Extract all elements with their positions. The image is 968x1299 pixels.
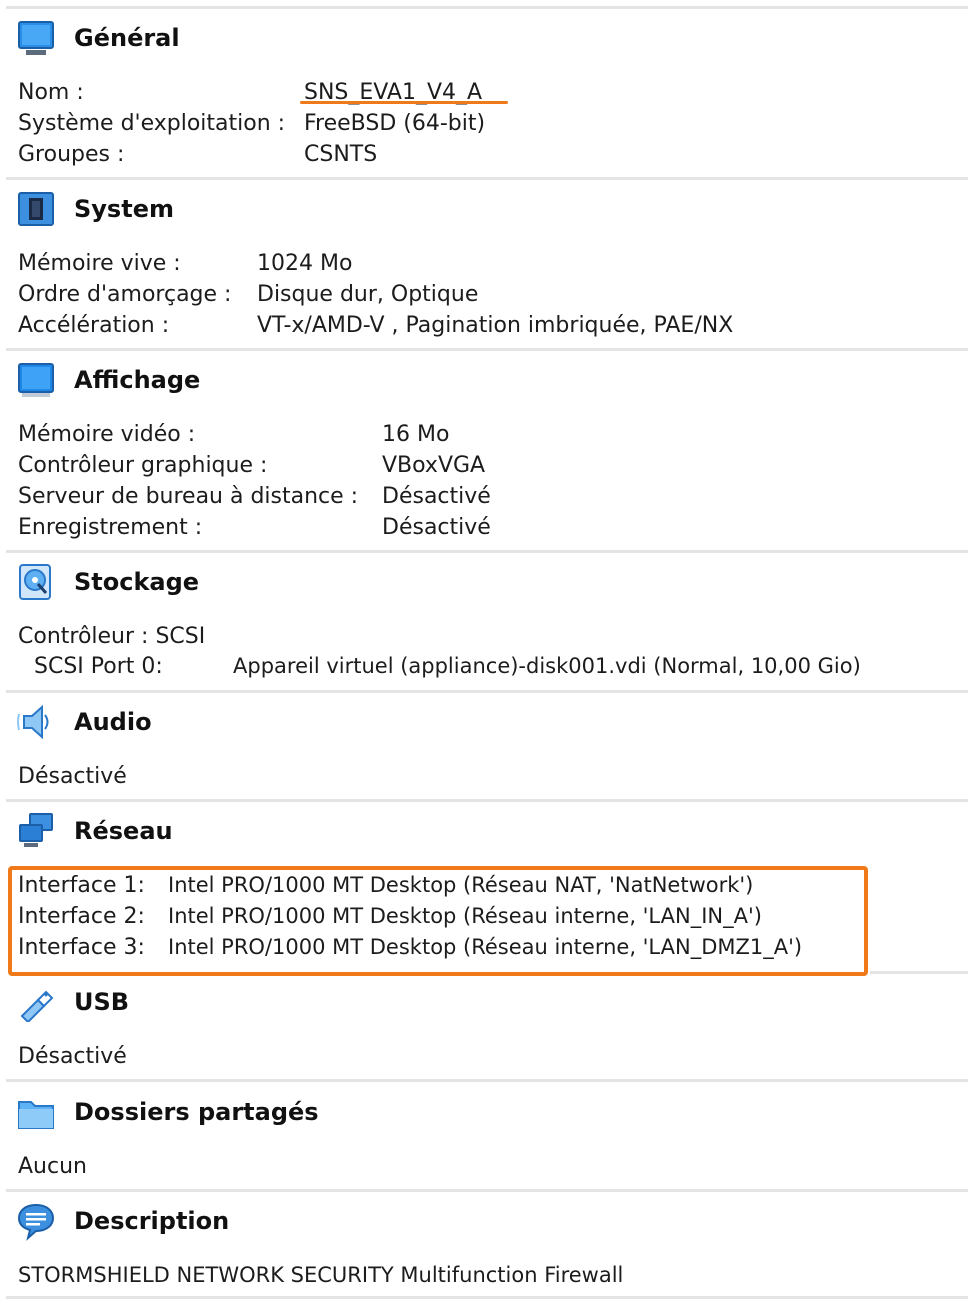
display-recording-row: Enregistrement : Désactivé: [18, 512, 918, 543]
network-interface-row: Interface 2: Intel PRO/1000 MT Desktop (…: [18, 901, 858, 932]
section-general-title: Général: [74, 24, 180, 52]
system-memory-row: Mémoire vive : 1024 Mo: [18, 248, 918, 279]
separator: [6, 1189, 968, 1192]
interface-value: Intel PRO/1000 MT Desktop (Réseau NAT, '…: [168, 873, 754, 897]
shared-folders-value: Aucun: [18, 1154, 87, 1179]
general-os-row: Système d'exploitation : FreeBSD (64-bit…: [18, 108, 918, 139]
section-usb-title: USB: [74, 988, 130, 1016]
section-system-header[interactable]: System: [16, 187, 174, 231]
memory-value: 1024 Mo: [257, 251, 353, 276]
separator: [6, 690, 968, 693]
separator: [6, 550, 968, 553]
boot-order-label: Ordre d'amorçage :: [18, 282, 232, 307]
display-controller-row: Contrôleur graphique : VBoxVGA: [18, 450, 918, 481]
acceleration-label: Accélération :: [18, 313, 170, 338]
folder-icon: [18, 1101, 54, 1129]
audio-value-row: Désactivé: [18, 761, 918, 792]
section-storage-header[interactable]: Stockage: [16, 560, 199, 604]
scsi-port-value: Appareil virtuel (appliance)-disk001.vdi…: [233, 654, 861, 678]
system-accel-row: Accélération : VT-x/AMD-V , Pagination i…: [18, 310, 918, 341]
storage-controller-row: Contrôleur : SCSI: [18, 621, 918, 652]
os-value: FreeBSD (64-bit): [304, 111, 486, 136]
section-display-header[interactable]: Affichage: [16, 358, 200, 402]
groups-label: Groupes :: [18, 142, 125, 167]
remote-desktop-label: Serveur de bureau à distance :: [18, 484, 359, 509]
system-boot-row: Ordre d'amorçage : Disque dur, Optique: [18, 279, 918, 310]
interface-value: Intel PRO/1000 MT Desktop (Réseau intern…: [168, 904, 762, 928]
section-shared-folders-title: Dossiers partagés: [74, 1098, 319, 1126]
remote-desktop-value: Désactivé: [382, 484, 491, 509]
speaker-icon: [17, 704, 49, 740]
os-label: Système d'exploitation :: [18, 111, 286, 136]
display-vram-row: Mémoire vidéo : 16 Mo: [18, 419, 918, 450]
section-audio-header[interactable]: Audio: [16, 700, 152, 744]
display-icon: [18, 363, 54, 397]
memory-label: Mémoire vive :: [18, 251, 181, 276]
scsi-port-label: SCSI Port 0:: [34, 654, 163, 679]
section-usb-header[interactable]: USB: [16, 980, 129, 1024]
disk-icon: [19, 564, 51, 600]
recording-value: Désactivé: [382, 515, 491, 540]
usb-value-row: Désactivé: [18, 1041, 918, 1072]
interface-label: Interface 3:: [18, 935, 145, 960]
acceleration-value: VT-x/AMD-V , Pagination imbriquée, PAE/N…: [257, 313, 734, 338]
description-value-row: STORMSHIELD NETWORK SECURITY Multifuncti…: [18, 1260, 948, 1291]
general-groups-row: Groupes : CSNTS: [18, 139, 918, 170]
section-storage-title: Stockage: [74, 568, 200, 596]
separator: [6, 1079, 968, 1082]
network-interface-row: Interface 3: Intel PRO/1000 MT Desktop (…: [18, 932, 858, 963]
network-interface-row: Interface 1: Intel PRO/1000 MT Desktop (…: [18, 870, 858, 901]
separator: [6, 348, 968, 351]
section-display-title: Affichage: [74, 366, 201, 394]
usb-icon: [20, 990, 54, 1022]
boot-order-value: Disque dur, Optique: [257, 282, 479, 307]
groups-value: CSNTS: [304, 142, 378, 167]
section-description-header[interactable]: Description: [16, 1199, 229, 1243]
video-memory-label: Mémoire vidéo :: [18, 422, 196, 447]
interface-label: Interface 1:: [18, 873, 145, 898]
description-value: STORMSHIELD NETWORK SECURITY Multifuncti…: [18, 1263, 624, 1287]
interface-label: Interface 2:: [18, 904, 145, 929]
chip-icon: [18, 192, 54, 226]
name-label: Nom :: [18, 80, 84, 105]
separator: [6, 799, 968, 802]
section-general-header[interactable]: Général: [16, 16, 180, 60]
audio-value: Désactivé: [18, 764, 127, 789]
separator: [6, 6, 968, 9]
section-shared-folders-header[interactable]: Dossiers partagés: [16, 1090, 319, 1134]
separator: [870, 971, 968, 974]
interface-value: Intel PRO/1000 MT Desktop (Réseau intern…: [168, 935, 803, 959]
storage-controller-label: Contrôleur : SCSI: [18, 624, 206, 649]
shared-folders-value-row: Aucun: [18, 1151, 918, 1182]
usb-value: Désactivé: [18, 1044, 127, 1069]
video-memory-value: 16 Mo: [382, 422, 450, 447]
section-network-title: Réseau: [74, 817, 173, 845]
section-network-header[interactable]: Réseau: [16, 809, 173, 853]
section-system-title: System: [74, 195, 174, 223]
graphics-controller-value: VBoxVGA: [382, 453, 486, 478]
recording-label: Enregistrement :: [18, 515, 203, 540]
section-audio-title: Audio: [74, 708, 152, 736]
display-rdp-row: Serveur de bureau à distance : Désactivé: [18, 481, 918, 512]
separator: [6, 177, 968, 180]
speech-bubble-icon: [17, 1203, 55, 1241]
graphics-controller-label: Contrôleur graphique :: [18, 453, 268, 478]
storage-port-row: SCSI Port 0: Appareil virtuel (appliance…: [34, 651, 954, 682]
monitor-icon: [18, 21, 54, 55]
name-highlight-underline: [300, 101, 508, 104]
section-description-title: Description: [74, 1207, 230, 1235]
network-icon: [19, 813, 53, 847]
